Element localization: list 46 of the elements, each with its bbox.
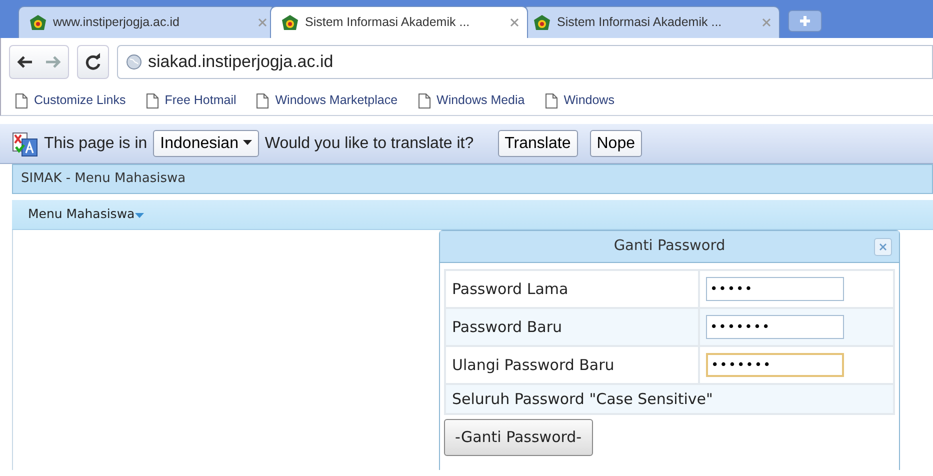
bookmark-link[interactable]: Free Hotmail [146,91,236,110]
bookmark-link[interactable]: Windows Media [418,91,525,110]
bookmark-link[interactable]: Customize Links [15,91,126,110]
reload-icon [84,53,102,71]
translate-bar-button[interactable]: Translate [498,130,578,158]
note-text: Seluruh Password "Case Sensitive" [445,384,894,414]
back-forward-button[interactable] [9,45,69,79]
site-logo-icon [281,14,299,32]
dialog-title: Ganti Password [614,236,726,256]
address-bar[interactable]: siakad.instiperjogja.ac.id [117,45,933,79]
language-dropdown[interactable]: Indonesian [153,130,259,158]
close-button[interactable] [874,238,892,256]
page-icon [15,92,28,108]
password-field[interactable]: ••••••• [706,315,844,340]
page-title-bar: SIMAK - Menu Mahasiswa [12,164,933,194]
field-label: Password Lama [445,270,699,308]
bookmark-link[interactable]: Windows [544,91,614,110]
forward-arrow-icon[interactable] [44,55,62,69]
close-icon[interactable] [258,18,267,27]
page-icon [256,92,270,108]
bookmark-link[interactable]: Windows Marketplace [256,91,398,110]
back-arrow-icon[interactable] [16,55,34,69]
reload-button[interactable] [77,45,109,79]
browser-tab[interactable]: Sistem Informasi Akademik ... [270,6,528,38]
plus-icon [798,14,812,28]
page-icon [146,92,159,108]
translate-icon [12,130,38,156]
page-icon [544,92,558,108]
caret-icon [242,140,252,146]
new-tab-button[interactable] [788,10,822,32]
password-field[interactable]: ••••• [706,277,844,302]
close-icon[interactable] [762,18,771,27]
page-icon [418,92,431,108]
site-logo-icon [533,14,551,32]
translate-question: Would you like to translate it? [264,134,474,154]
submit-button[interactable]: -Ganti Password- [444,419,593,456]
globe-icon [126,54,142,70]
caret-icon [134,212,144,218]
translate-bar-button[interactable]: Nope [590,130,642,158]
site-logo-icon [29,14,47,32]
translate-message: This page is in [44,134,148,154]
close-icon [879,243,887,252]
field-label: Password Baru [445,308,699,346]
password-field[interactable]: ••••••• [706,353,844,378]
close-icon[interactable] [510,18,519,27]
menu-link[interactable]: Menu Mahasiswa [28,205,144,224]
